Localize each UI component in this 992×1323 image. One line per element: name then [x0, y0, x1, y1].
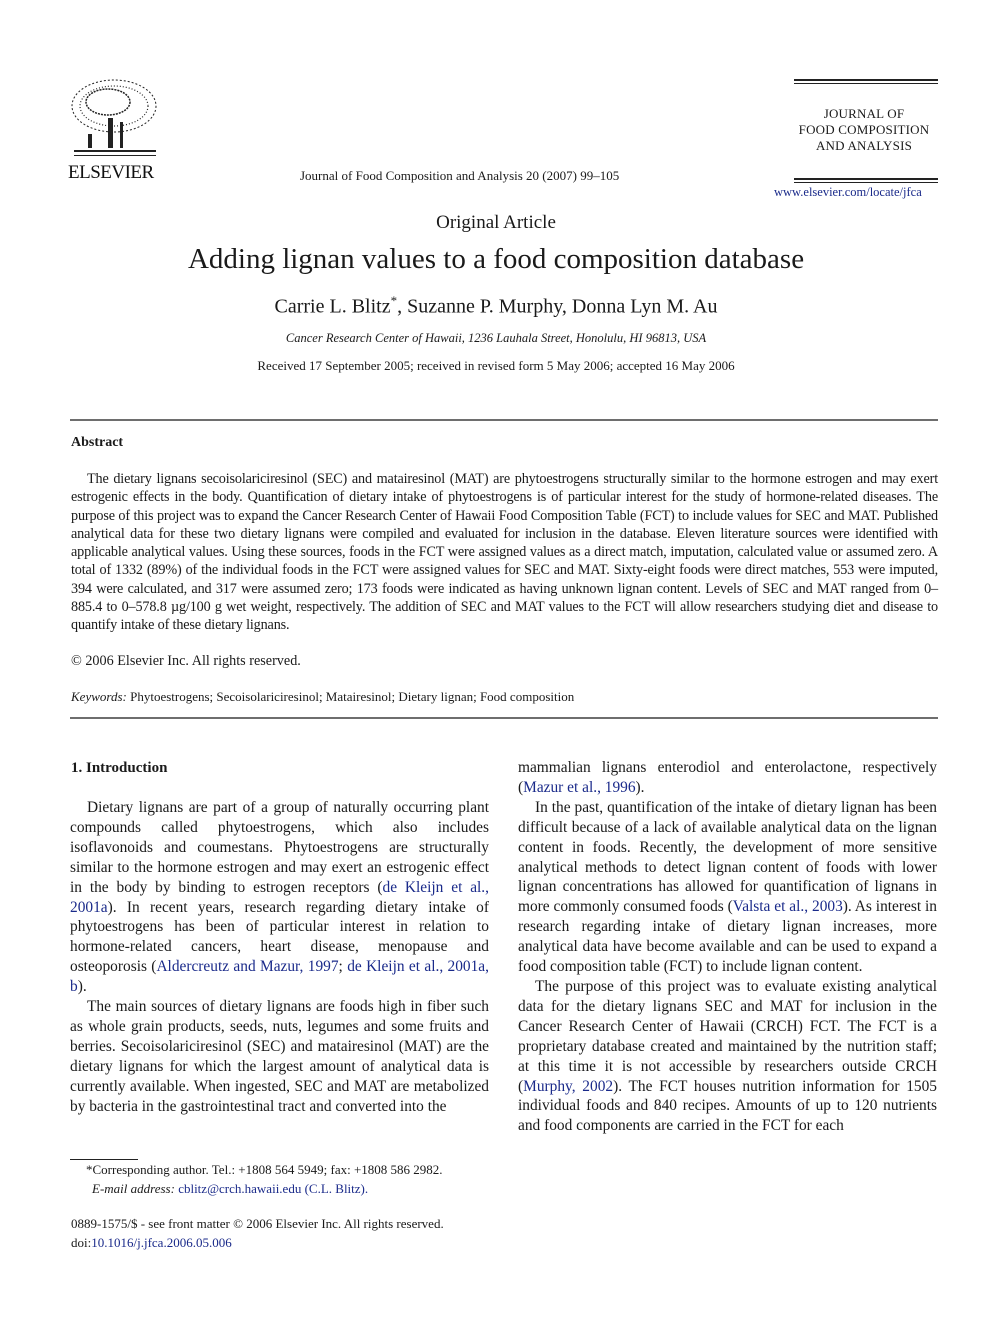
author-name: Carrie L. Blitz — [274, 295, 391, 318]
citation-link[interactable]: Murphy, 2002 — [523, 1078, 613, 1095]
author-separator: , — [397, 295, 408, 318]
paragraph: Dietary lignans are part of a group of n… — [70, 798, 489, 997]
citation-link[interactable]: Valsta et al., 2003 — [733, 898, 843, 915]
issn-line: 0889-1575/$ - see front matter © 2006 El… — [71, 1216, 444, 1231]
journal-name-line: JOURNAL OF — [823, 106, 905, 121]
email-link[interactable]: cblitz@crch.hawaii.edu — [178, 1181, 301, 1196]
email-owner: (C.L. Blitz). — [301, 1181, 369, 1196]
abstract-text: The dietary lignans secoisolariciresinol… — [71, 471, 938, 634]
paragraph: The main sources of dietary lignans are … — [70, 998, 489, 1115]
journal-box-bottom-rule — [794, 178, 938, 183]
abstract-bottom-divider — [70, 717, 938, 719]
elsevier-tree-icon — [71, 79, 157, 156]
journal-box-top-rule — [794, 79, 938, 84]
journal-name-line: FOOD COMPOSITION — [798, 122, 930, 137]
paragraph: mammalian lignans enterodiol and enterol… — [518, 758, 937, 798]
affiliation: Cancer Research Center of Hawaii, 1236 L… — [285, 331, 707, 345]
abstract-top-divider — [70, 419, 938, 421]
article-dates: Received 17 September 2005; received in … — [257, 358, 735, 373]
left-column: Dietary lignans are part of a group of n… — [70, 798, 489, 1117]
elsevier-logo: ELSEVIER — [68, 78, 164, 183]
doi-line: doi:10.1016/j.jfca.2006.05.006 — [71, 1235, 232, 1251]
author-list: Carrie L. Blitz*, Suzanne P. Murphy, Don… — [0, 293, 992, 319]
keywords: Keywords: Phytoestrogens; Secoisolaricir… — [71, 689, 574, 705]
publisher-name: ELSEVIER — [68, 162, 154, 183]
journal-url-link[interactable]: www.elsevier.com/locate/jfca — [774, 185, 922, 200]
doi-link[interactable]: 10.1016/j.jfca.2006.05.006 — [91, 1235, 231, 1250]
paragraph: In the past, quantification of the intak… — [518, 798, 937, 977]
abstract-heading: Abstract — [71, 435, 124, 450]
journal-citation: Journal of Food Composition and Analysis… — [300, 168, 620, 183]
journal-name: JOURNAL OF FOOD COMPOSITION AND ANALYSIS — [784, 106, 944, 154]
article-type: Original Article — [436, 212, 556, 233]
author-name: Donna Lyn M. Au — [571, 295, 718, 318]
keywords-label: Keywords: — [71, 689, 127, 704]
footnote-divider — [70, 1159, 138, 1160]
paragraph-text: ). — [77, 978, 87, 996]
author-name: Suzanne P. Murphy — [407, 295, 562, 318]
email-label: E-mail address: — [92, 1181, 175, 1196]
section-heading-introduction: 1. Introduction — [71, 760, 168, 776]
email-footnote: E-mail address: cblitz@crch.hawaii.edu (… — [92, 1181, 368, 1197]
paragraph-text: ; — [338, 958, 348, 976]
article-title: Adding lignan values to a food compositi… — [187, 243, 805, 275]
author-separator: , — [561, 295, 572, 318]
paragraph: The purpose of this project was to evalu… — [518, 977, 937, 1136]
citation-link[interactable]: Aldercreutz and Mazur, 1997 — [156, 958, 338, 975]
abstract-copyright: © 2006 Elsevier Inc. All rights reserved… — [71, 653, 301, 669]
citation-link[interactable]: Mazur et al., 1996 — [523, 779, 635, 796]
journal-name-line: AND ANALYSIS — [815, 138, 913, 153]
corresponding-author-footnote: *Corresponding author. Tel.: +1808 564 5… — [86, 1162, 443, 1177]
right-column: mammalian lignans enterodiol and enterol… — [518, 758, 937, 1136]
keywords-list: Phytoestrogens; Secoisolariciresinol; Ma… — [130, 689, 575, 704]
paragraph-text: ). — [635, 778, 645, 796]
doi-label: doi: — [71, 1235, 92, 1250]
